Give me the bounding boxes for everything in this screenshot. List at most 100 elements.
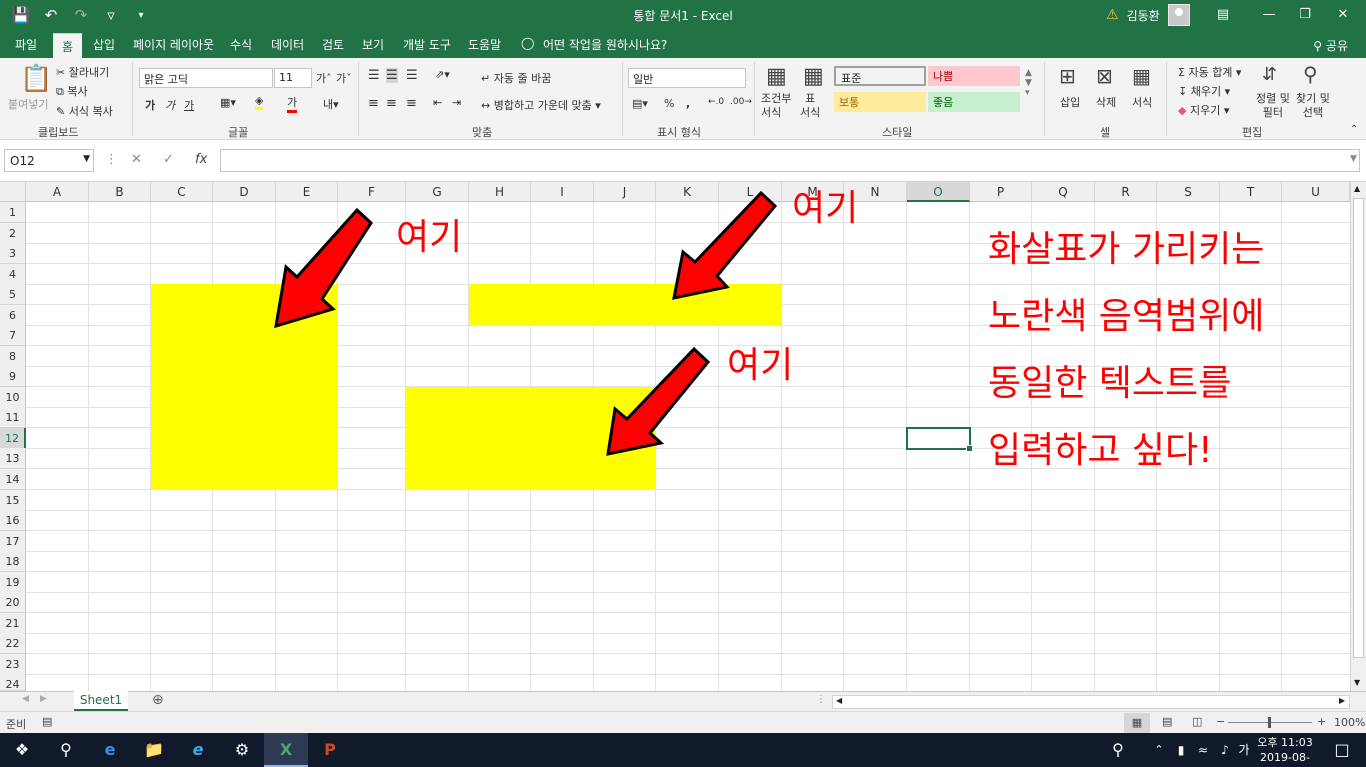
account-area[interactable]: ⚠ 김동환 — [1106, 4, 1190, 26]
currency-icon[interactable]: ▤▾ — [632, 97, 648, 110]
taskbar-clock[interactable]: 오후 11:03 2019-08-14 — [1254, 735, 1316, 767]
prev-sheet-icon[interactable]: ◀ — [22, 694, 29, 704]
save-icon[interactable]: 💾 — [8, 6, 34, 24]
tab-data[interactable]: 데이터 — [271, 36, 304, 53]
ribbon-display-icon[interactable]: ▤ — [1200, 0, 1246, 30]
style-normal[interactable]: 표준 — [834, 66, 926, 86]
redo-icon[interactable]: ↷ — [68, 6, 94, 24]
decrease-decimal-icon[interactable]: .00→ — [730, 97, 752, 107]
align-bottom-icon[interactable]: ☰ — [406, 68, 418, 83]
customize-qat-icon[interactable]: ▾ — [128, 10, 154, 21]
grow-font-icon[interactable]: 가ˆ — [316, 70, 332, 86]
orientation-icon[interactable]: ⇗▾ — [435, 68, 450, 81]
powerpoint-taskbar-icon[interactable]: P — [308, 733, 352, 767]
undo-icon[interactable]: ↶ — [38, 6, 64, 24]
autosum-button[interactable]: Σ 자동 합계 ▾ — [1178, 64, 1241, 80]
styles-scroll-icon[interactable]: ▲ ▼ ▾ — [1025, 68, 1032, 98]
insert-function-button[interactable]: fx — [195, 152, 207, 167]
conditional-format-button[interactable]: 조건부 서식 — [761, 92, 791, 120]
style-bad[interactable]: 나쁨 — [928, 66, 1020, 86]
add-sheet-icon[interactable]: ⊕ — [152, 692, 164, 708]
avatar[interactable] — [1167, 4, 1190, 26]
clear-button[interactable]: ◆ 지우기 ▾ — [1178, 102, 1229, 118]
enter-icon[interactable]: ✓ — [163, 152, 174, 167]
tab-review[interactable]: 검토 — [322, 36, 344, 53]
page-break-view-icon[interactable]: ◫ — [1192, 715, 1202, 728]
tray-chevron-icon[interactable]: ⌃ — [1148, 733, 1170, 767]
zoom-slider-thumb[interactable] — [1268, 717, 1271, 728]
find-icon[interactable]: ⚲ — [1303, 62, 1318, 86]
normal-view-icon[interactable]: ▦ — [1124, 713, 1150, 733]
zoom-in-icon[interactable]: + — [1317, 715, 1326, 728]
underline-button[interactable]: 가 — [184, 97, 194, 113]
comma-button[interactable]: , — [686, 97, 690, 110]
tab-home[interactable]: 홈 — [53, 33, 83, 58]
sort-filter-button[interactable]: 정렬 및 필터 — [1256, 92, 1290, 120]
battery-icon[interactable]: ▮ — [1170, 733, 1192, 767]
tab-help[interactable]: 도움말 — [468, 36, 501, 53]
ime-indicator[interactable]: 가 — [1234, 733, 1254, 767]
format-cells-icon[interactable]: ▦ — [1132, 64, 1151, 88]
worksheet-grid[interactable]: A B C D E F G H I J K L M N O P Q R S T … — [0, 182, 1366, 691]
paste-button[interactable]: 붙여넣기 — [8, 96, 48, 112]
delete-cells-icon[interactable]: ⊠ — [1096, 64, 1113, 88]
style-good[interactable]: 좋음 — [928, 92, 1020, 112]
insert-cells-button[interactable]: 삽입 — [1060, 94, 1080, 110]
tab-file[interactable]: 파일 — [15, 36, 37, 53]
macro-record-icon[interactable]: ▤ — [42, 715, 52, 728]
percent-button[interactable]: % — [664, 97, 674, 110]
font-color-button[interactable]: 가 — [287, 94, 298, 113]
formula-input[interactable] — [220, 149, 1360, 172]
scroll-down-icon[interactable]: ▼ — [1354, 678, 1360, 687]
style-neutral[interactable]: 보통 — [834, 92, 926, 112]
active-cell-cursor[interactable] — [906, 427, 973, 452]
tab-view[interactable]: 보기 — [362, 36, 384, 53]
page-layout-view-icon[interactable]: ▤ — [1162, 715, 1172, 728]
insert-cells-icon[interactable]: ⊞ — [1059, 64, 1076, 88]
merge-center-button[interactable]: ↔ 병합하고 가운데 맞춤 ▾ — [481, 97, 601, 113]
horizontal-scrollbar[interactable]: ◀ ▶ — [832, 695, 1350, 709]
internet-explorer-icon[interactable]: e — [176, 733, 220, 767]
name-box[interactable]: O12 ▼ — [4, 149, 94, 172]
increase-decimal-icon[interactable]: ←.0 — [708, 97, 724, 107]
edge-browser-icon[interactable]: e — [88, 733, 132, 767]
close-icon[interactable]: ✕ — [1320, 0, 1366, 30]
number-format-dropdown[interactable]: 일반 — [628, 68, 746, 88]
notification-icon[interactable]: □ — [1322, 733, 1362, 767]
next-sheet-icon[interactable]: ▶ — [40, 694, 47, 704]
scroll-left-icon[interactable]: ◀ — [836, 696, 842, 705]
align-middle-icon[interactable]: ☰ — [386, 68, 398, 83]
tell-me-input[interactable]: 어떤 작업을 원하시나요? — [543, 36, 667, 53]
tab-page-layout[interactable]: 페이지 레이아웃 — [133, 36, 214, 53]
format-as-table-button[interactable]: 표 서식 — [800, 92, 820, 120]
scroll-right-icon[interactable]: ▶ — [1339, 696, 1345, 705]
excel-taskbar-icon[interactable]: X — [264, 733, 308, 767]
sort-filter-icon[interactable]: ⇵ — [1262, 64, 1277, 85]
scroll-thumb[interactable] — [1353, 198, 1364, 658]
file-explorer-icon[interactable]: 📁 — [132, 733, 176, 767]
wrap-text-button[interactable]: ↵ 자동 줄 바꿈 — [481, 70, 551, 86]
table-format-icon[interactable]: ▦ — [803, 64, 824, 89]
cut-button[interactable]: ✂ 잘라내기 — [56, 64, 109, 80]
filter-icon[interactable]: ▿ — [98, 6, 124, 24]
tab-insert[interactable]: 삽입 — [93, 36, 115, 53]
italic-button[interactable]: 가 — [165, 97, 175, 113]
app-icon[interactable]: ⚙ — [220, 733, 264, 767]
fill-button[interactable]: ↧ 채우기 ▾ — [1178, 83, 1230, 99]
collapse-ribbon-icon[interactable]: ⌃ — [1350, 124, 1358, 135]
format-cells-button[interactable]: 서식 — [1132, 94, 1152, 110]
align-top-icon[interactable]: ☰ — [368, 68, 380, 83]
chevron-down-icon[interactable]: ▼ — [83, 154, 90, 164]
vertical-scrollbar[interactable]: ▲ ▼ — [1350, 182, 1366, 691]
increase-indent-icon[interactable]: ⇥ — [452, 96, 461, 109]
volume-icon[interactable]: ♪ — [1214, 733, 1236, 767]
copy-button[interactable]: ⧉ 복사 — [56, 83, 88, 99]
font-size-dropdown[interactable]: 11 — [274, 68, 312, 88]
tab-formulas[interactable]: 수식 — [230, 36, 252, 53]
search-icon[interactable]: ⚲ — [44, 733, 88, 767]
windows-start-icon[interactable]: ❖ — [0, 733, 44, 767]
shrink-font-icon[interactable]: 가ˇ — [336, 70, 352, 86]
paste-icon[interactable]: 📋 — [20, 64, 52, 94]
border-icon[interactable]: ▦▾ — [220, 96, 236, 109]
zoom-level[interactable]: 100% — [1334, 716, 1365, 729]
